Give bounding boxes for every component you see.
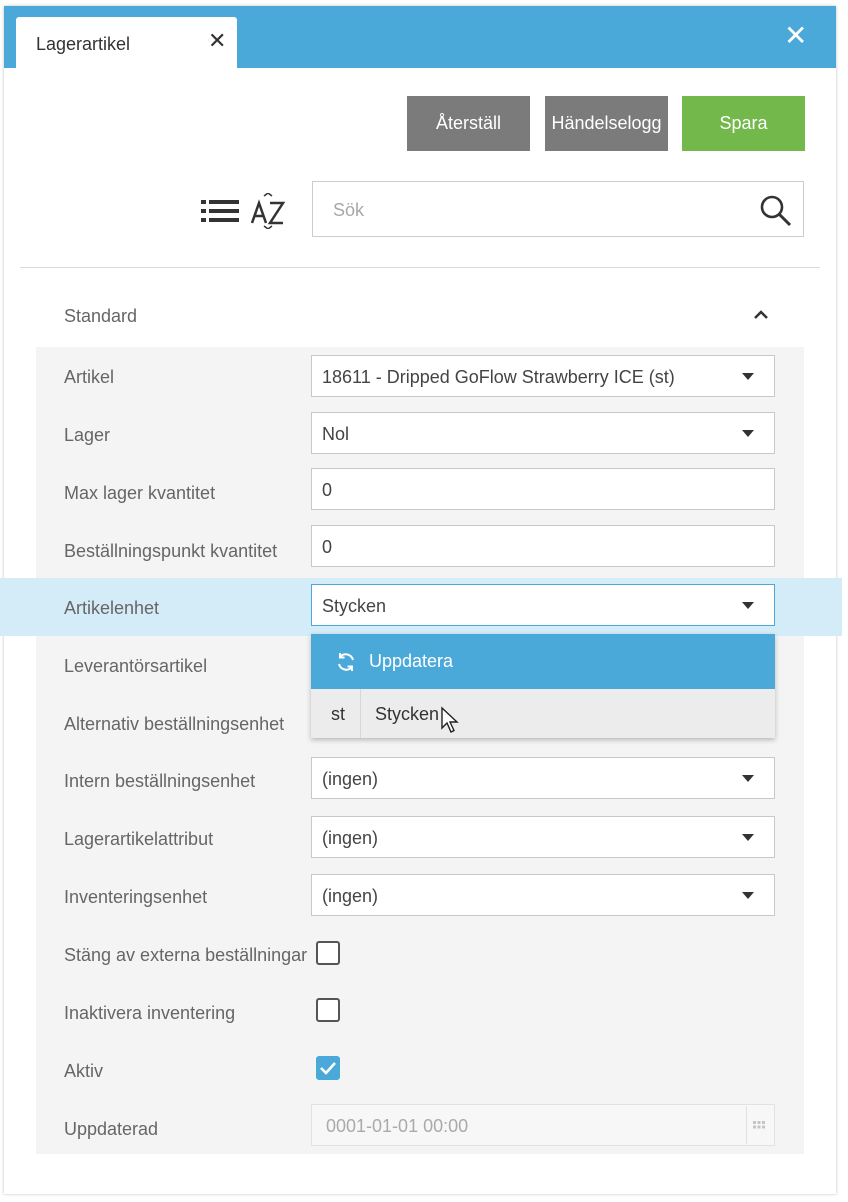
lagerartikelattribut-select[interactable]: (ingen) — [311, 816, 775, 858]
save-button[interactable]: Spara — [682, 96, 805, 151]
inaktivera-checkbox[interactable] — [316, 998, 340, 1022]
event-log-button[interactable]: Händelselogg — [545, 96, 668, 151]
chevron-down-icon — [742, 892, 754, 899]
dropdown-option-stycken[interactable]: st Stycken — [311, 689, 775, 738]
divider — [20, 267, 820, 268]
artikelenhet-label: Artikelenhet — [64, 598, 160, 618]
calendar-grid-icon — [746, 1106, 770, 1144]
lager-value: Nol — [322, 424, 350, 444]
row-stang-av: Stäng av externa beställningar — [36, 925, 804, 983]
row-inventeringsenhet: Inventeringsenhet (ingen) — [36, 867, 804, 925]
chevron-down-icon — [742, 602, 754, 609]
row-lager: Lager Nol — [36, 405, 804, 463]
max-lager-value: 0 — [322, 480, 333, 500]
artikelenhet-dropdown: Uppdatera st Stycken — [311, 634, 775, 738]
chevron-up-icon[interactable] — [750, 304, 772, 326]
row-aktiv: Aktiv — [36, 1041, 804, 1099]
max-lager-input[interactable]: 0 — [311, 468, 775, 510]
option-name: Stycken — [375, 704, 440, 724]
inventeringsenhet-label: Inventeringsenhet — [64, 887, 208, 907]
intern-bestallningsenhet-value: (ingen) — [322, 769, 379, 789]
mouse-pointer-icon — [441, 706, 459, 733]
lagerartikelattribut-label: Lagerartikelattribut — [64, 829, 214, 849]
inventeringsenhet-select[interactable]: (ingen) — [311, 874, 775, 916]
refresh-button[interactable]: Uppdatera — [311, 634, 775, 689]
row-artikelenhet: Artikelenhet Stycken — [0, 578, 842, 636]
stang-av-checkbox[interactable] — [316, 941, 340, 965]
panel-title: Standard — [64, 306, 138, 326]
lager-select[interactable]: Nol — [311, 412, 775, 454]
alt-bestallningsenhet-label: Alternativ beställningsenhet — [64, 714, 285, 734]
bestallningspunkt-value: 0 — [322, 537, 333, 557]
aktiv-label: Aktiv — [64, 1061, 104, 1081]
inventeringsenhet-value: (ingen) — [322, 886, 379, 906]
refresh-label: Uppdatera — [369, 651, 454, 671]
bestallningspunkt-label: Beställningspunkt kvantitet — [64, 541, 278, 561]
uppdaterad-input: 0001-01-01 00:00 — [311, 1104, 775, 1146]
bestallningspunkt-input[interactable]: 0 — [311, 525, 775, 567]
search-box — [312, 181, 804, 237]
reset-button[interactable]: Återställ — [407, 96, 530, 151]
row-max-lager: Max lager kvantitet 0 — [36, 463, 804, 521]
row-intern-bestallningsenhet: Intern beställningsenhet (ingen) — [36, 751, 804, 809]
lager-label: Lager — [64, 425, 111, 445]
artikel-label: Artikel — [64, 367, 115, 387]
max-lager-label: Max lager kvantitet — [64, 483, 216, 503]
uppdaterad-label: Uppdaterad — [64, 1119, 159, 1139]
tab-lagerartikel[interactable]: Lagerartikel ✕ — [16, 17, 237, 68]
chevron-down-icon — [742, 834, 754, 841]
refresh-icon — [338, 653, 354, 671]
tab-close-icon[interactable]: ✕ — [208, 30, 226, 52]
inaktivera-label: Inaktivera inventering — [64, 1003, 236, 1023]
row-bestallningspunkt: Beställningspunkt kvantitet 0 — [36, 521, 804, 579]
aktiv-checkbox[interactable] — [316, 1056, 340, 1080]
sort-az-icon[interactable] — [250, 193, 286, 229]
leverantorsartikel-label: Leverantörsartikel — [64, 656, 208, 676]
row-lagerartikelattribut: Lagerartikelattribut (ingen) — [36, 809, 804, 867]
window-close-icon[interactable]: ✕ — [784, 22, 807, 50]
list-view-icon[interactable] — [201, 200, 239, 222]
intern-bestallningsenhet-label: Intern beställningsenhet — [64, 771, 256, 791]
title-bar: Lagerartikel ✕ ✕ — [4, 6, 836, 68]
artikelenhet-value: Stycken — [322, 596, 387, 616]
lagerartikelattribut-value: (ingen) — [322, 828, 379, 848]
artikel-select[interactable]: 18611 - Dripped GoFlow Strawberry ICE (s… — [311, 355, 775, 397]
option-code-cell: st — [311, 689, 361, 738]
chevron-down-icon — [742, 373, 754, 380]
option-code: st — [331, 704, 346, 724]
artikelenhet-select[interactable]: Stycken — [311, 584, 775, 626]
row-uppdaterad: Uppdaterad 0001-01-01 00:00 — [36, 1099, 804, 1157]
row-artikel: Artikel 18611 - Dripped GoFlow Strawberr… — [36, 347, 804, 405]
stang-av-label: Stäng av externa beställningar — [64, 945, 308, 965]
chevron-down-icon — [742, 775, 754, 782]
tab-title: Lagerartikel — [36, 34, 131, 54]
checkmark-icon — [320, 1062, 336, 1075]
search-icon[interactable] — [759, 194, 793, 228]
panel-header[interactable]: Standard — [36, 286, 804, 347]
intern-bestallningsenhet-select[interactable]: (ingen) — [311, 757, 775, 799]
search-input[interactable] — [333, 198, 733, 222]
chevron-down-icon — [742, 430, 754, 437]
artikel-value: 18611 - Dripped GoFlow Strawberry ICE (s… — [322, 367, 675, 387]
row-inaktivera: Inaktivera inventering — [36, 983, 804, 1041]
uppdaterad-value: 0001-01-01 00:00 — [326, 1116, 469, 1136]
